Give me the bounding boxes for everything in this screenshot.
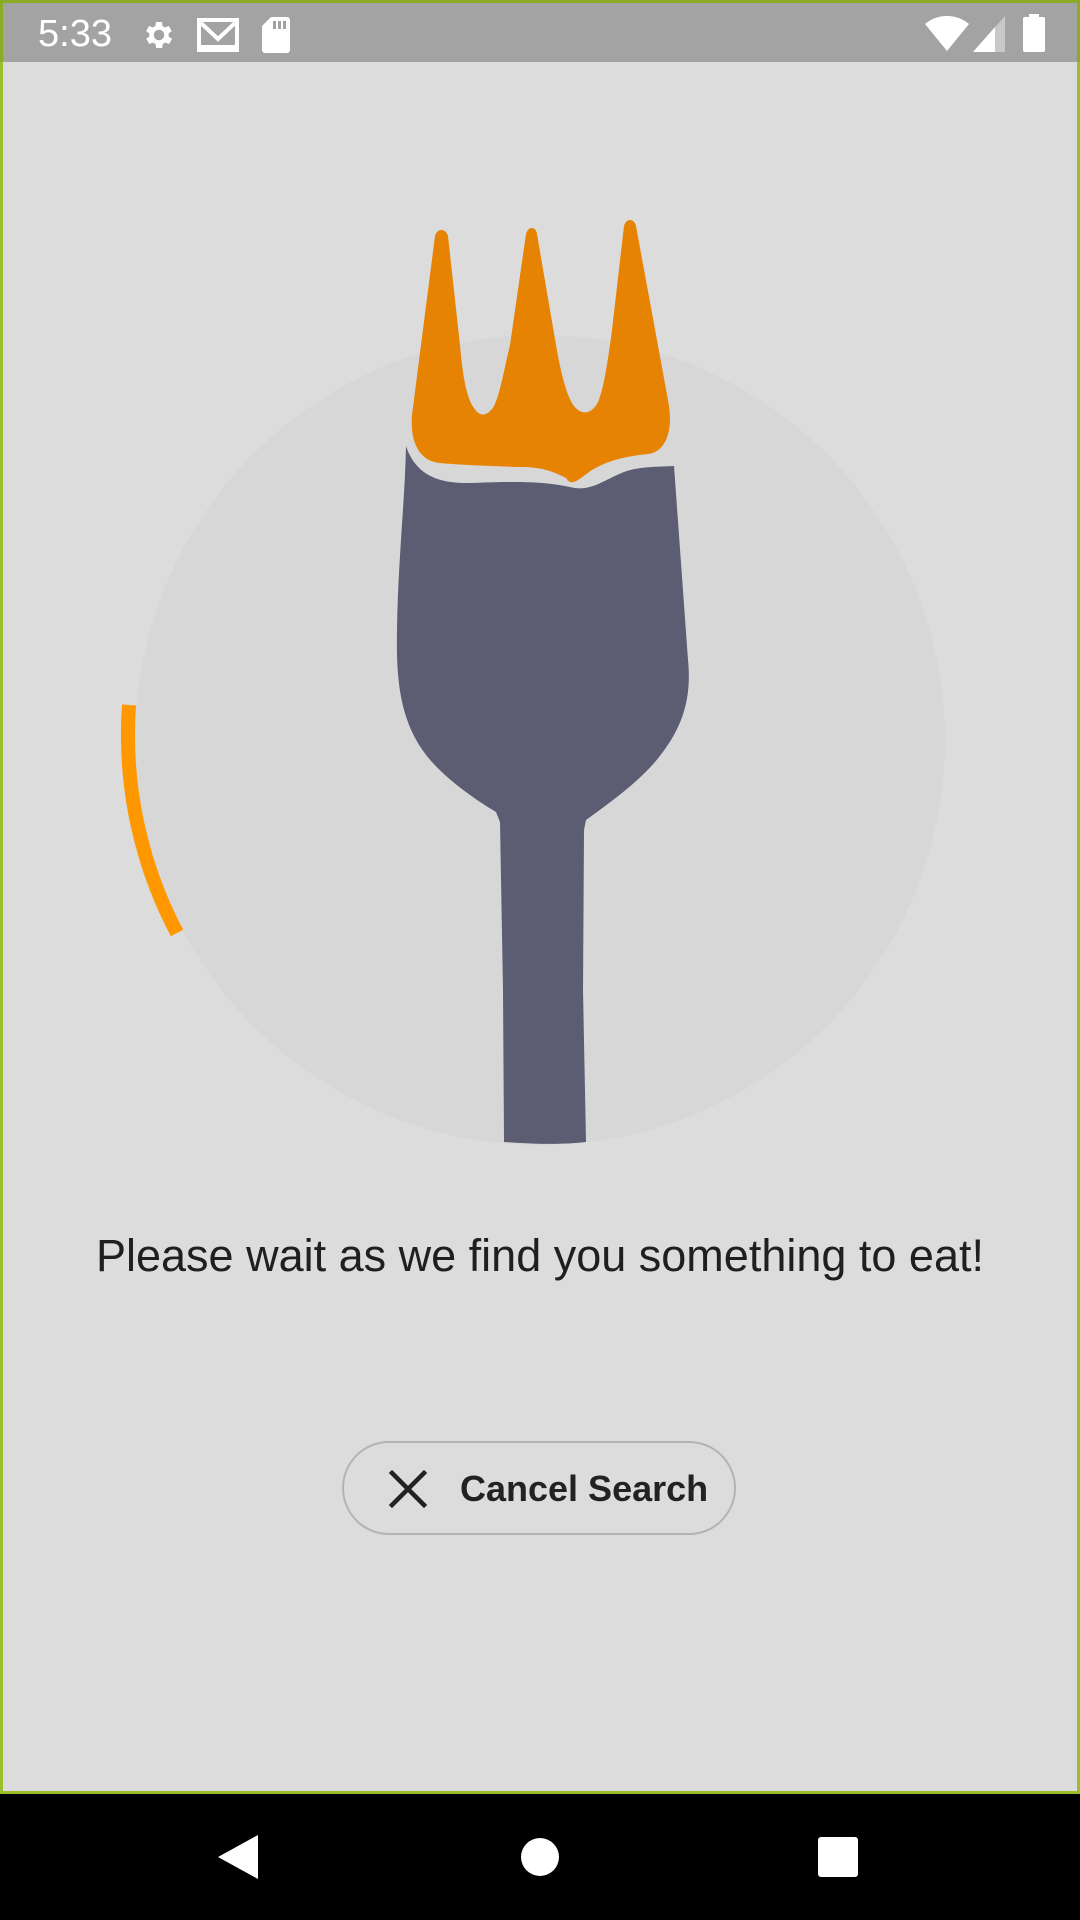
screen: 5:33 Please wait as we find you somethin… [0, 0, 1080, 1920]
close-icon [388, 1469, 428, 1509]
navigation-bar [0, 1794, 1080, 1920]
recents-button[interactable] [808, 1827, 868, 1887]
back-triangle-icon [218, 1835, 258, 1879]
loading-message: Please wait as we find you something to … [95, 1230, 984, 1281]
recents-square-icon [818, 1837, 858, 1877]
cancel-search-label: Cancel Search [460, 1468, 709, 1509]
home-circle-icon [521, 1838, 559, 1876]
home-button[interactable] [510, 1827, 570, 1887]
back-button[interactable] [210, 1827, 270, 1887]
cancel-search-button[interactable]: Cancel Search [342, 1441, 736, 1535]
